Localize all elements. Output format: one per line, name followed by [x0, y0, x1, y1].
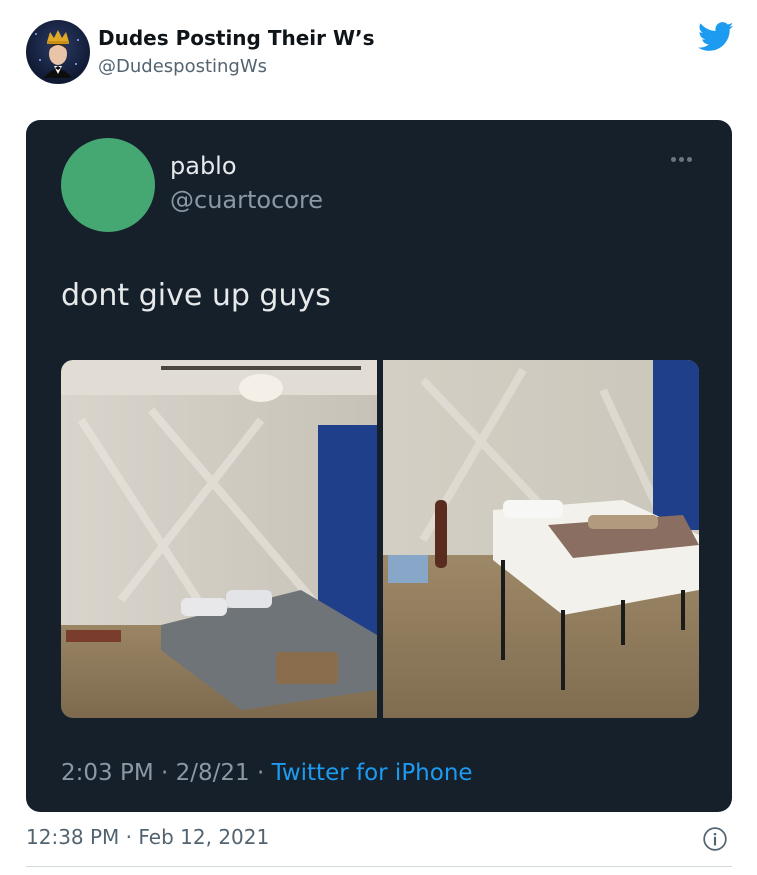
meta-separator: ·: [153, 760, 176, 786]
twitter-bird-icon[interactable]: [698, 22, 734, 52]
bottom-divider: [26, 866, 732, 867]
more-options-icon[interactable]: [671, 152, 697, 166]
outer-display-name[interactable]: Dudes Posting Their W’s: [98, 26, 375, 50]
crowned-man-avatar[interactable]: [26, 20, 90, 84]
tweet-date[interactable]: 2/8/21: [176, 760, 250, 786]
info-icon[interactable]: [702, 826, 728, 852]
photo-grid: [61, 360, 699, 718]
tweet-text: dont give up guys: [61, 278, 331, 313]
tweet-time[interactable]: 2:03 PM: [61, 760, 154, 786]
outer-tweet-header: Dudes Posting Their W’s @DudespostingWs: [0, 0, 757, 110]
inner-avatar[interactable]: [61, 138, 155, 232]
outer-timestamp[interactable]: 12:38 PM · Feb 12, 2021: [26, 825, 269, 849]
inner-handle[interactable]: @cuartocore: [170, 186, 323, 214]
meta-separator: ·: [249, 760, 272, 786]
tweet-source-link[interactable]: Twitter for iPhone: [272, 760, 473, 786]
photo-air-mattress-room[interactable]: [61, 360, 377, 718]
tweet-meta: 2:03 PM · 2/8/21 · Twitter for iPhone: [61, 760, 473, 786]
photo-bed-frame-room[interactable]: [383, 360, 699, 718]
embedded-tweet-card[interactable]: pablo @cuartocore dont give up guys 2:03…: [26, 120, 732, 812]
inner-display-name[interactable]: pablo: [170, 152, 237, 180]
outer-handle[interactable]: @DudespostingWs: [98, 56, 267, 77]
